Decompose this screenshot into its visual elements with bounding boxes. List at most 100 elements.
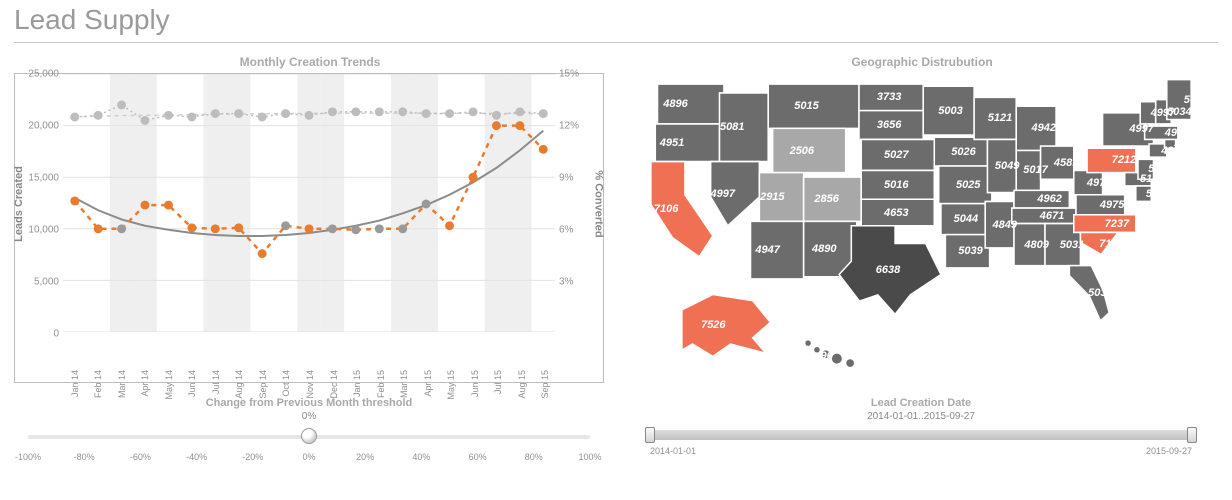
trends-chart[interactable]: Leads Created % Converted 05,00010,00015… xyxy=(14,73,604,383)
threshold-slider-block: Change from Previous Month threshold 0% … xyxy=(14,397,604,466)
threshold-tick: 80% xyxy=(525,452,543,462)
x-category: May 14 xyxy=(164,370,174,400)
threshold-slider-center-label: 0% xyxy=(14,411,604,422)
state-UT[interactable] xyxy=(759,173,803,222)
x-category: Sep 14 xyxy=(258,370,268,399)
state-MN[interactable] xyxy=(923,86,974,135)
y-left-tick: 10,000 xyxy=(15,225,63,236)
x-category: Mar 14 xyxy=(117,370,127,398)
trends-title: Monthly Creation Trends xyxy=(14,55,606,69)
state-SD[interactable] xyxy=(859,111,923,140)
state-WY[interactable] xyxy=(773,128,846,172)
y-right-tick: 15% xyxy=(555,69,603,80)
threshold-slider-title: Change from Previous Month threshold xyxy=(14,397,604,409)
threshold-tick: 20% xyxy=(356,452,374,462)
state-ID[interactable] xyxy=(720,93,769,162)
state-WI[interactable] xyxy=(974,97,1016,139)
x-category: Nov 14 xyxy=(305,370,315,399)
x-category: Dec 14 xyxy=(329,370,339,399)
x-category: Jun 14 xyxy=(187,370,197,397)
threshold-slider[interactable] xyxy=(28,426,590,450)
x-category: Sep 15 xyxy=(540,370,550,399)
threshold-tick: -60% xyxy=(130,452,151,462)
x-category: Mar 15 xyxy=(399,370,409,398)
state-TX[interactable] xyxy=(839,226,941,315)
map-card: Geographic Distrubution 4896495171065081… xyxy=(626,55,1218,466)
map-title: Geographic Distrubution xyxy=(626,55,1218,69)
date-slider-range-label: 2014-01-01..2015-09-27 xyxy=(626,411,1216,422)
state-OH[interactable] xyxy=(1041,146,1074,179)
threshold-tick: -20% xyxy=(242,452,263,462)
y-left-tick: 5,000 xyxy=(15,277,63,288)
x-category: Aug 15 xyxy=(517,370,527,399)
y-left-tick: 0 xyxy=(15,329,63,340)
y-left-tick: 20,000 xyxy=(15,121,63,132)
state-LA[interactable] xyxy=(945,235,989,268)
x-category: Jan 15 xyxy=(352,370,362,397)
threshold-tick: 40% xyxy=(412,452,430,462)
trends-card: Monthly Creation Trends Leads Created % … xyxy=(14,55,606,466)
state-KS[interactable] xyxy=(861,170,934,199)
date-slider-block: Lead Creation Date 2014-01-01..2015-09-2… xyxy=(626,397,1216,458)
x-category: Feb 14 xyxy=(93,370,103,398)
state-NC[interactable] xyxy=(1074,215,1136,233)
state-NE[interactable] xyxy=(861,139,934,170)
x-category: Apr 14 xyxy=(140,370,150,397)
us-map[interactable]: 4896495171065081499750152506291528564947… xyxy=(626,73,1216,383)
threshold-tick: 0% xyxy=(302,452,315,462)
state-TN[interactable] xyxy=(1012,208,1076,224)
threshold-slider-knob[interactable] xyxy=(301,428,317,444)
state-OR[interactable] xyxy=(655,124,719,162)
threshold-tick: -40% xyxy=(186,452,207,462)
threshold-tick: 60% xyxy=(469,452,487,462)
state-KY[interactable] xyxy=(1014,190,1069,208)
threshold-tick: -100% xyxy=(15,452,41,462)
state-AK[interactable] xyxy=(682,294,771,356)
state-OK[interactable] xyxy=(861,199,934,226)
state-CO[interactable] xyxy=(804,177,862,221)
state-WV[interactable] xyxy=(1074,170,1103,194)
x-category: Apr 15 xyxy=(423,370,433,397)
y-right-tick: 12% xyxy=(555,121,603,132)
state-MI[interactable] xyxy=(1016,106,1056,150)
y-left-tick: 15,000 xyxy=(15,173,63,184)
date-range-max-label: 2015-09-27 xyxy=(1146,446,1192,456)
x-category: Aug 14 xyxy=(234,370,244,399)
state-NJ[interactable] xyxy=(1138,159,1154,179)
y-right-tick: 6% xyxy=(555,225,603,236)
state-DE[interactable] xyxy=(1136,186,1152,202)
x-category: Jun 15 xyxy=(470,370,480,397)
x-category: Jul 14 xyxy=(211,370,221,394)
state-FL[interactable] xyxy=(1069,266,1109,321)
date-range-slider[interactable] xyxy=(650,426,1192,444)
threshold-tick: -80% xyxy=(74,452,95,462)
threshold-tick: 100% xyxy=(578,452,601,462)
state-SC[interactable] xyxy=(1080,232,1118,254)
state-IA[interactable] xyxy=(934,137,987,166)
state-IN[interactable] xyxy=(1016,151,1040,191)
y-left-tick: 25,000 xyxy=(15,69,63,80)
y-right-tick: 9% xyxy=(555,173,603,184)
state-AR[interactable] xyxy=(941,204,985,235)
x-category: Feb 15 xyxy=(376,370,386,398)
state-NV[interactable] xyxy=(711,162,760,226)
state-AZ[interactable] xyxy=(751,221,804,279)
date-slider-title: Lead Creation Date xyxy=(626,397,1216,409)
state-MA[interactable] xyxy=(1145,126,1178,139)
state-IL[interactable] xyxy=(987,139,1016,192)
state-VA[interactable] xyxy=(1076,195,1125,215)
state-MO[interactable] xyxy=(939,166,992,204)
date-range-start-knob[interactable] xyxy=(645,427,655,443)
state-VT[interactable] xyxy=(1140,102,1156,124)
state-PA[interactable] xyxy=(1087,148,1136,172)
x-category: Jan 14 xyxy=(70,370,80,397)
date-range-end-knob[interactable] xyxy=(1187,427,1197,443)
state-CA[interactable] xyxy=(651,162,713,257)
state-MS[interactable] xyxy=(985,201,1014,248)
state-AL[interactable] xyxy=(1014,224,1045,266)
state-WA[interactable] xyxy=(658,84,724,124)
state-ND[interactable] xyxy=(859,84,923,111)
state-MT[interactable] xyxy=(768,84,859,128)
page-title: Lead Supply xyxy=(14,0,1218,43)
state-ME[interactable] xyxy=(1167,80,1191,120)
